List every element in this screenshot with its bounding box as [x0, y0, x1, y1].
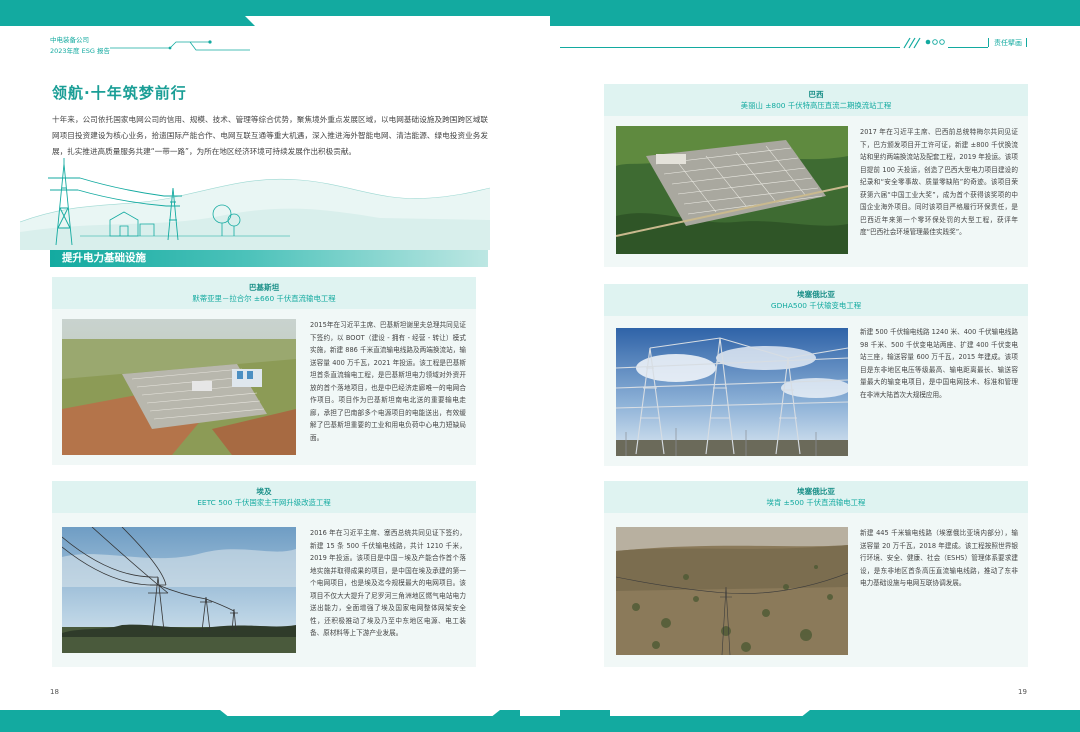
- pakistan-converter-station-photo: [62, 319, 296, 455]
- header-divider: [988, 38, 989, 47]
- page-number-left: 18: [50, 688, 59, 696]
- header-rule-right: [560, 47, 900, 48]
- card-project-name: 美丽山 ±800 千伏特高压直流二期换流站工程: [740, 101, 892, 110]
- landscape-illustration: [20, 158, 490, 250]
- header-slash-icon: [903, 37, 921, 49]
- card-header: 巴基斯坦 默蒂亚里－拉合尔 ±660 千伏直流输电工程: [52, 277, 476, 309]
- card-description: 新建 445 千米输电线路（埃塞俄比亚境内部分），输送容量 20 万千瓦，201…: [860, 529, 1018, 587]
- card-project-name: GDHA500 千伏输变电工程: [770, 301, 862, 310]
- header-circuit-decoration: [110, 40, 250, 51]
- header-company: 中电装备公司: [50, 36, 89, 44]
- ethiopia-substation-photo: [616, 328, 848, 456]
- card-country: 埃及: [256, 487, 272, 496]
- header-dots-icon: [925, 39, 945, 45]
- project-card-ethiopia-kenya: 埃塞俄比亚 埃肯 ±500 千伏直流输电工程 新建 445 千米输电线路（埃塞俄…: [604, 481, 1028, 667]
- page-title: 领航·十年筑梦前行: [52, 84, 187, 102]
- project-card-pakistan: 巴基斯坦 默蒂亚里－拉合尔 ±660 千伏直流输电工程 2015年在习近平主席、…: [52, 277, 476, 465]
- card-description: 新建 500 千伏输电线路 1240 米、400 千伏输电线路 98 千米、50…: [860, 328, 1018, 399]
- top-band-cutout-edge: [245, 16, 265, 26]
- card-header: 埃塞俄比亚 GDHA500 千伏输变电工程: [604, 284, 1028, 316]
- page-number-right: 19: [1018, 688, 1027, 696]
- card-description: 2016 年在习近平主席、塞西总统共同见证下签约，新建 15 条 500 千伏输…: [310, 529, 466, 637]
- card-header: 埃及 EETC 500 千伏国家主干网升级改造工程: [52, 481, 476, 513]
- bottom-band: [0, 716, 1080, 732]
- top-band-right: [540, 0, 1080, 26]
- project-card-egypt: 埃及 EETC 500 千伏国家主干网升级改造工程 2016 年在习近平主席、塞…: [52, 481, 476, 667]
- card-header: 巴西 美丽山 ±800 千伏特高压直流二期换流站工程: [604, 84, 1028, 116]
- brazil-converter-station-photo: [616, 126, 848, 254]
- card-project-name: EETC 500 千伏国家主干网升级改造工程: [197, 498, 331, 507]
- ethiopia-kenya-transmission-line-photo: [616, 527, 848, 655]
- header-section-tag: 责任擘画: [994, 39, 1022, 47]
- card-description: 2015年在习近平主席、巴基斯坦谢里夫总理共同见证下签约，以 BOOT（建设 -…: [310, 321, 466, 442]
- card-project-name: 埃肯 ±500 千伏直流输电工程: [766, 498, 866, 507]
- top-band-cutout-left: [255, 16, 545, 26]
- card-country: 埃塞俄比亚: [797, 487, 835, 496]
- card-description: 2017 年在习近平主席、巴西前总统特梅尔共同见证下，巴方颁发项目开工许可证，新…: [860, 128, 1018, 236]
- project-card-ethiopia-gdha: 埃塞俄比亚 GDHA500 千伏输变电工程 新建 500 千伏输电线路 1240…: [604, 284, 1028, 466]
- header-report: 2023年度 ESG 报告: [50, 47, 110, 55]
- header-rule-right-2: [948, 47, 988, 48]
- card-project-name: 默蒂亚里－拉合尔 ±660 千伏直流输电工程: [192, 294, 336, 303]
- card-header: 埃塞俄比亚 埃肯 ±500 千伏直流输电工程: [604, 481, 1028, 513]
- section-title: 提升电力基础设施: [62, 252, 146, 264]
- egypt-transmission-towers-photo: [62, 527, 296, 653]
- card-country: 埃塞俄比亚: [797, 290, 835, 299]
- card-country: 巴基斯坦: [248, 283, 280, 292]
- top-band-right-white: [540, 16, 550, 26]
- project-card-brazil: 巴西 美丽山 ±800 千伏特高压直流二期换流站工程 2017 年在习近平主席、…: [604, 84, 1028, 267]
- header-divider-end: [1026, 38, 1027, 47]
- card-country: 巴西: [808, 90, 824, 99]
- bottom-band-shape: [0, 710, 1080, 718]
